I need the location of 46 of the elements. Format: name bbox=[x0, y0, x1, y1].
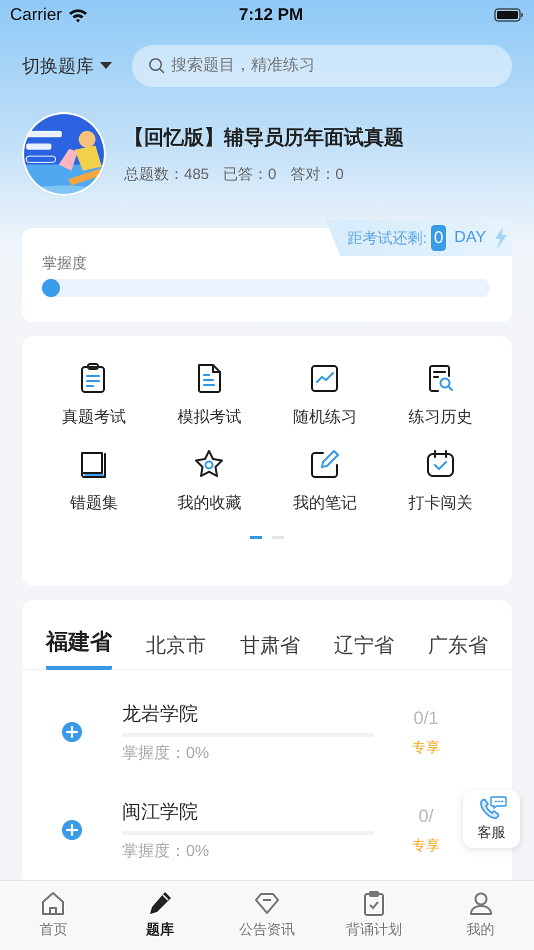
feature-button[interactable]: 打卡闯关 bbox=[382, 448, 498, 514]
school-name: 闽江学院 bbox=[122, 800, 199, 824]
mastery-text: 掌握度：0% bbox=[122, 842, 210, 862]
region-tab[interactable]: 辽宁省 bbox=[334, 622, 394, 669]
tab-bar-item[interactable]: 背诵计划 bbox=[328, 889, 419, 950]
exclusive-tag: 专享 bbox=[412, 738, 440, 756]
region-tab[interactable]: 甘肃省 bbox=[240, 622, 300, 669]
wifi-icon bbox=[68, 8, 88, 22]
tab-bar-item[interactable]: 题库 bbox=[115, 889, 206, 950]
region-tab[interactable]: 福建省 bbox=[46, 622, 112, 670]
plus-icon[interactable] bbox=[62, 820, 82, 840]
mastery-label: 掌握度 bbox=[42, 254, 88, 273]
progress-count: 0/ bbox=[418, 806, 434, 826]
region-tab[interactable]: 北京市 bbox=[146, 622, 206, 669]
feature-button[interactable]: 模拟考试 bbox=[152, 362, 267, 428]
school-name: 龙岩学院 bbox=[122, 702, 199, 726]
days-unit: DAY bbox=[454, 229, 486, 247]
progress-count: 0/1 bbox=[413, 708, 439, 728]
tab-bar-item[interactable]: 公告资讯 bbox=[222, 889, 312, 950]
mastery-text: 掌握度：0% bbox=[122, 744, 210, 764]
days-count: 0 bbox=[430, 225, 446, 251]
feature-button[interactable]: 随机练习 bbox=[267, 362, 382, 428]
support-button[interactable]: 客服 bbox=[463, 790, 520, 848]
tab-bar-item[interactable]: 首页 bbox=[8, 889, 98, 950]
countdown-label: 距考试还剩: bbox=[348, 228, 427, 248]
edit-icon bbox=[308, 448, 342, 481]
stat-text: 总题数：485 bbox=[124, 165, 210, 184]
feature-button[interactable]: 错题集 bbox=[36, 448, 152, 514]
plus-icon[interactable] bbox=[62, 722, 82, 742]
feature-button[interactable]: 我的笔记 bbox=[267, 448, 382, 514]
status-time: 7:12 PM bbox=[238, 5, 304, 25]
region-tab[interactable]: 广东省 bbox=[428, 622, 488, 669]
exclusive-tag: 专享 bbox=[412, 836, 440, 854]
tab-bar-item[interactable]: 我的 bbox=[436, 889, 526, 950]
switch-bank-button[interactable]: 切换题库 bbox=[22, 54, 112, 78]
stat-text: 答对：0 bbox=[290, 165, 344, 184]
battery-icon bbox=[494, 8, 524, 22]
search-icon bbox=[148, 57, 165, 74]
carrier-label: Carrier bbox=[10, 5, 62, 25]
feature-button[interactable]: 真题考试 bbox=[36, 362, 152, 428]
lightning-icon bbox=[494, 227, 508, 249]
feature-button[interactable]: 我的收藏 bbox=[152, 448, 267, 514]
stat-text: 已答：0 bbox=[223, 165, 276, 184]
feature-button[interactable]: 练习历史 bbox=[382, 362, 498, 428]
caret-icon bbox=[100, 62, 112, 70]
book-title: 【回忆版】辅导员历年面试真题 bbox=[124, 126, 404, 151]
